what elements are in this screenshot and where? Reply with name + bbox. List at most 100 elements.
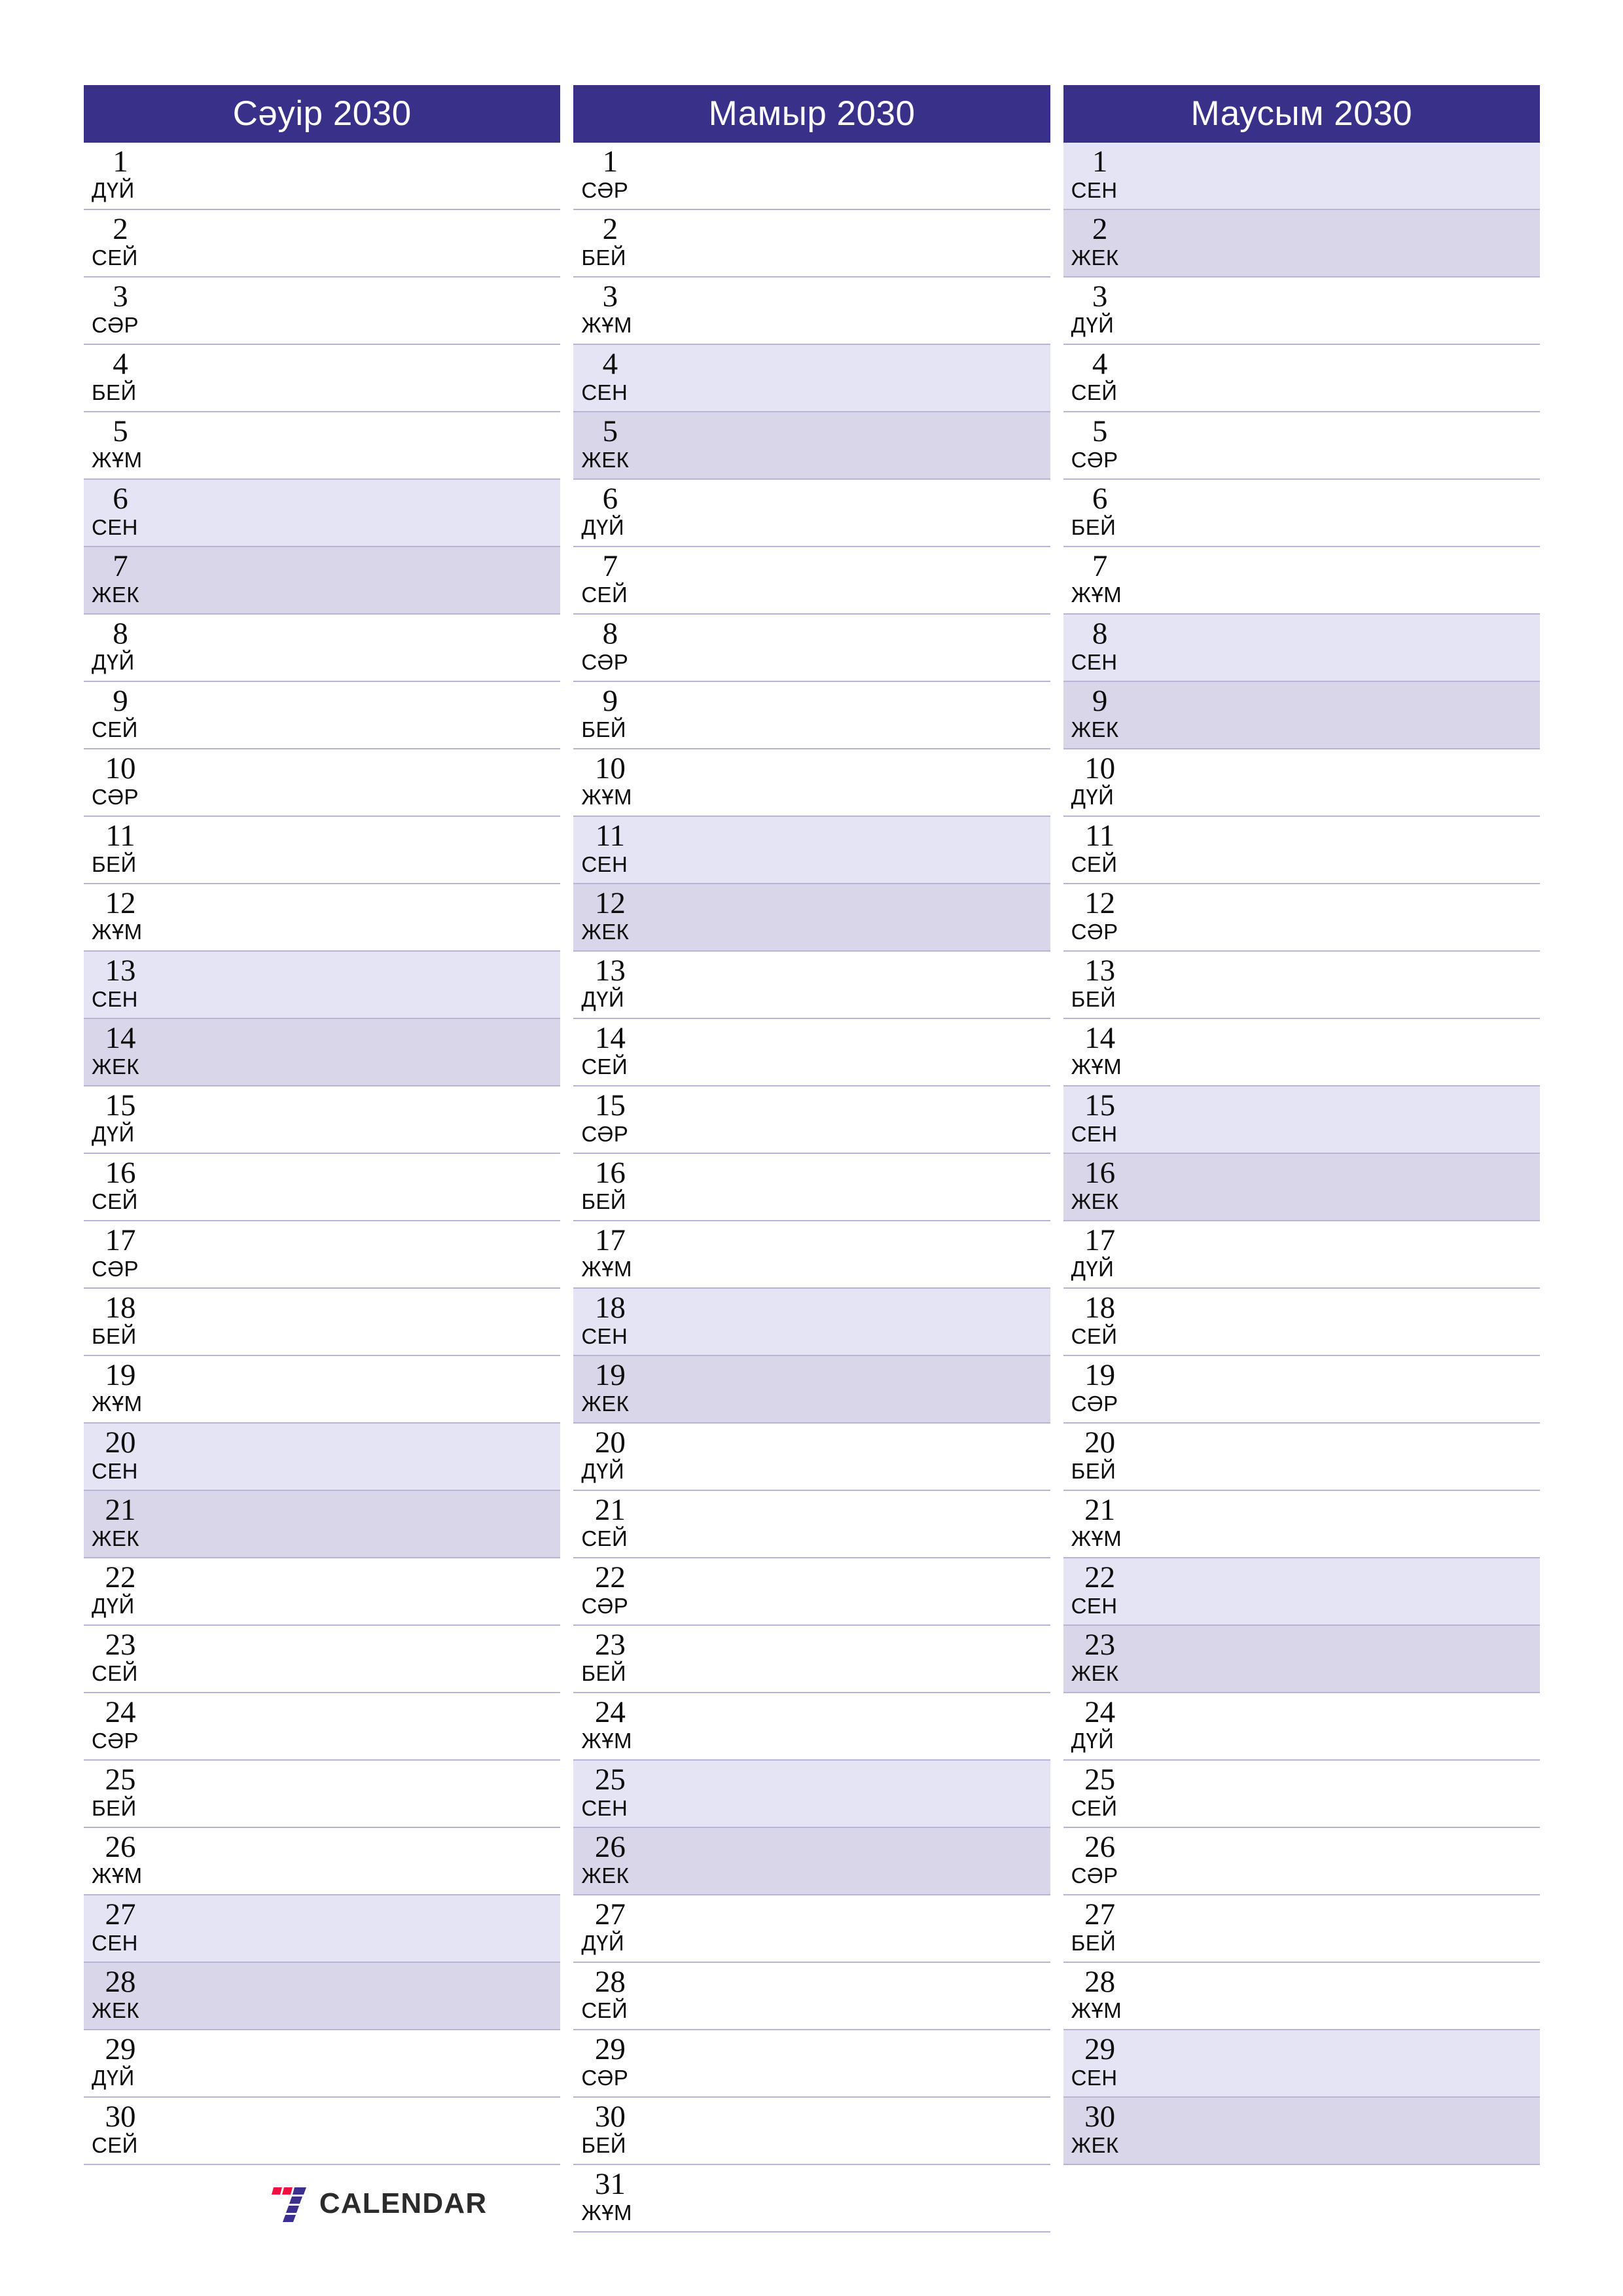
day-note-area[interactable] [1149,412,1540,478]
day-row[interactable]: 2 СЕЙ [84,210,561,278]
day-note-area[interactable] [1149,817,1540,883]
day-note-area[interactable] [1149,345,1540,411]
day-note-area[interactable] [169,1154,560,1220]
day-row[interactable]: 1 СЕН [1063,143,1540,210]
day-note-area[interactable] [169,615,560,681]
day-row[interactable]: 29 СЕН [1063,2030,1540,2098]
day-row[interactable]: 2 ЖЕК [1063,210,1540,278]
day-row[interactable]: 12 ЖҰМ [84,884,561,952]
day-row[interactable]: 16 ЖЕК [1063,1154,1540,1221]
day-note-area[interactable] [658,749,1050,816]
day-note-area[interactable] [658,1289,1050,1355]
day-note-area[interactable] [1149,1693,1540,1759]
day-row[interactable]: 4 БЕЙ [84,345,561,412]
day-row[interactable]: 14 ЖЕК [84,1019,561,1086]
day-row[interactable]: 14 ЖҰМ [1063,1019,1540,1086]
day-note-area[interactable] [658,1828,1050,1894]
day-row[interactable]: 23 ЖЕК [1063,1626,1540,1693]
day-note-area[interactable] [169,143,560,209]
day-note-area[interactable] [658,817,1050,883]
day-row[interactable]: 12 ЖЕК [573,884,1050,952]
day-note-area[interactable] [658,1963,1050,2029]
day-row[interactable]: 28 СЕЙ [573,1963,1050,2030]
day-note-area[interactable] [1149,1154,1540,1220]
day-row[interactable]: 18 СЕЙ [1063,1289,1540,1356]
day-row[interactable]: 15 СЕН [1063,1086,1540,1154]
day-row[interactable]: 3 СӘР [84,278,561,345]
day-row[interactable]: 20 СЕН [84,1424,561,1491]
day-note-area[interactable] [1149,1289,1540,1355]
day-note-area[interactable] [1149,1424,1540,1490]
day-row[interactable]: 7 ЖҰМ [1063,547,1540,615]
day-note-area[interactable] [658,1491,1050,1557]
day-row[interactable]: 9 СЕЙ [84,682,561,749]
day-row[interactable]: 11 СЕН [573,817,1050,884]
day-row[interactable]: 19 ЖЕК [573,1356,1050,1424]
day-note-area[interactable] [169,1626,560,1692]
day-note-area[interactable] [169,278,560,344]
day-note-area[interactable] [1149,1019,1540,1085]
day-row[interactable]: 10 СӘР [84,749,561,817]
day-note-area[interactable] [169,884,560,950]
day-note-area[interactable] [1149,1626,1540,1692]
day-row[interactable]: 12 СӘР [1063,884,1540,952]
day-note-area[interactable] [169,1963,560,2029]
day-row[interactable]: 24 ДҮЙ [1063,1693,1540,1761]
day-note-area[interactable] [658,1424,1050,1490]
day-note-area[interactable] [658,2165,1050,2231]
day-row[interactable]: 25 СЕН [573,1761,1050,1828]
day-note-area[interactable] [658,345,1050,411]
day-note-area[interactable] [658,412,1050,478]
day-note-area[interactable] [169,952,560,1018]
day-note-area[interactable] [1149,1963,1540,2029]
day-note-area[interactable] [169,1761,560,1827]
day-row[interactable]: 31 ЖҰМ [573,2165,1050,2233]
day-row[interactable]: 7 ЖЕК [84,547,561,615]
day-row[interactable]: 25 БЕЙ [84,1761,561,1828]
day-row[interactable]: 15 СӘР [573,1086,1050,1154]
day-note-area[interactable] [169,1895,560,1962]
day-note-area[interactable] [1149,952,1540,1018]
day-note-area[interactable] [169,1289,560,1355]
day-row[interactable]: 10 ЖҰМ [573,749,1050,817]
day-note-area[interactable] [1149,278,1540,344]
day-row[interactable]: 22 СӘР [573,1558,1050,1626]
day-row[interactable]: 27 БЕЙ [1063,1895,1540,1963]
day-note-area[interactable] [1149,143,1540,209]
day-note-area[interactable] [169,2030,560,2096]
day-row[interactable]: 4 СЕН [573,345,1050,412]
day-note-area[interactable] [1149,2030,1540,2096]
day-note-area[interactable] [1149,1221,1540,1287]
day-row[interactable]: 14 СЕЙ [573,1019,1050,1086]
day-row[interactable]: 7 СЕЙ [573,547,1050,615]
day-note-area[interactable] [169,1558,560,1624]
day-note-area[interactable] [658,547,1050,613]
day-note-area[interactable] [658,480,1050,546]
day-note-area[interactable] [1149,1895,1540,1962]
day-note-area[interactable] [658,1019,1050,1085]
day-note-area[interactable] [1149,1356,1540,1422]
day-note-area[interactable] [1149,615,1540,681]
day-row[interactable]: 30 БЕЙ [573,2098,1050,2165]
day-note-area[interactable] [169,210,560,276]
day-row[interactable]: 20 ДҮЙ [573,1424,1050,1491]
day-note-area[interactable] [658,2098,1050,2164]
day-row[interactable]: 20 БЕЙ [1063,1424,1540,1491]
day-row[interactable]: 19 ЖҰМ [84,1356,561,1424]
day-note-area[interactable] [658,1693,1050,1759]
day-row[interactable]: 30 СЕЙ [84,2098,561,2165]
day-note-area[interactable] [658,1086,1050,1153]
day-note-area[interactable] [169,682,560,748]
day-note-area[interactable] [1149,884,1540,950]
day-row[interactable]: 5 ЖҰМ [84,412,561,480]
day-note-area[interactable] [1149,1491,1540,1557]
day-row[interactable]: 30 ЖЕК [1063,2098,1540,2165]
day-note-area[interactable] [169,1693,560,1759]
day-note-area[interactable] [658,1558,1050,1624]
day-note-area[interactable] [169,1086,560,1153]
day-row[interactable]: 19 СӘР [1063,1356,1540,1424]
day-row[interactable]: 27 ДҮЙ [573,1895,1050,1963]
day-row[interactable]: 22 ДҮЙ [84,1558,561,1626]
day-row[interactable]: 1 ДҮЙ [84,143,561,210]
day-note-area[interactable] [169,749,560,816]
